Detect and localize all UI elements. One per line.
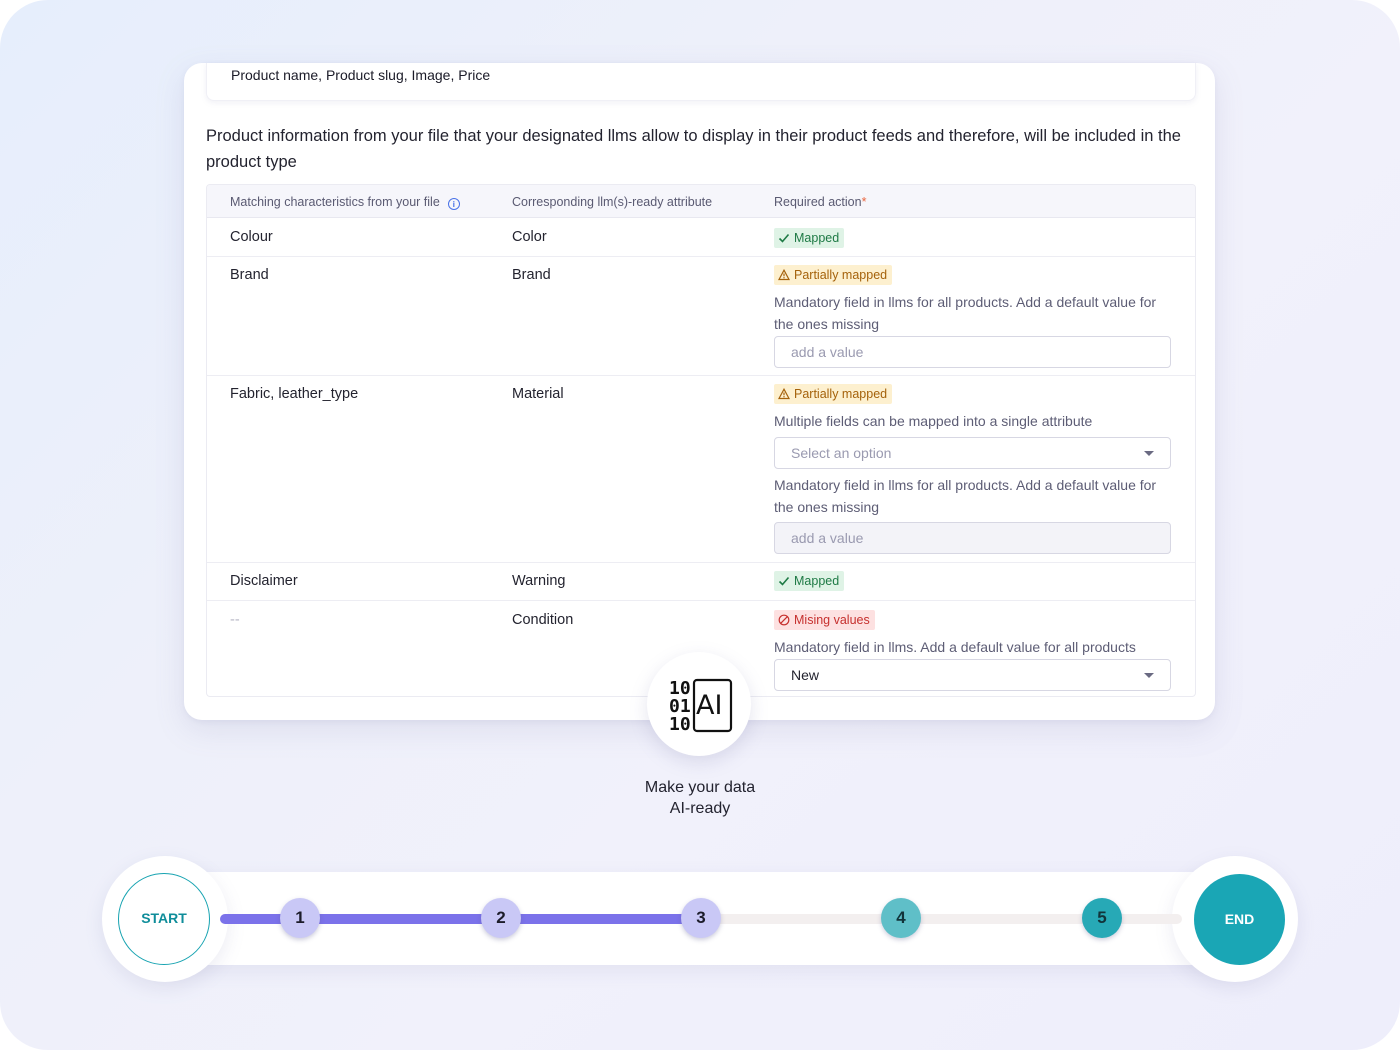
warning-icon: [777, 387, 791, 400]
ai-binary-icon: 10 01 10 AI: [669, 678, 733, 734]
progress-step-1[interactable]: 1: [280, 898, 320, 938]
condition-select[interactable]: New: [774, 659, 1171, 691]
action-note: Mandatory field in llms for all products…: [774, 294, 1157, 332]
default-value-input[interactable]: add a value: [774, 522, 1171, 554]
status-badge-mapped: Mapped: [774, 228, 845, 248]
progress-step-5[interactable]: 5: [1082, 898, 1122, 938]
info-icon[interactable]: i: [447, 198, 460, 210]
table-row: Disclaimer Warning Mapped: [207, 563, 1195, 601]
chevron-down-icon: [1144, 451, 1154, 456]
status-badge-mapped: Mapped: [774, 571, 845, 591]
ai-text: AI: [696, 690, 722, 721]
llm-attribute: Material: [512, 386, 564, 402]
file-field-empty: --: [230, 612, 240, 628]
ai-ready-caption: Make your data AI-ready: [644, 779, 756, 817]
end-button[interactable]: END: [1194, 874, 1285, 965]
previous-summary-text: Product name, Product slug, Image, Price: [231, 67, 491, 83]
ai-ready-badge: 10 01 10 AI: [647, 652, 751, 756]
header-required-action: Required action*: [774, 195, 867, 209]
status-badge-missing: Mising values: [774, 610, 875, 630]
attribute-select[interactable]: Select an option: [774, 437, 1171, 469]
action-note: Mandatory field in llms for all products…: [774, 477, 1157, 515]
check-icon: [778, 576, 790, 586]
check-icon: [778, 233, 790, 243]
chevron-down-icon: [1144, 673, 1154, 678]
header-llm-attribute: Corresponding llm(s)-ready attribute: [512, 195, 713, 209]
previous-summary-box: Product name, Product slug, Image, Price: [206, 63, 1196, 101]
mapping-table: Matching characteristics from your file i…: [206, 184, 1196, 697]
start-button[interactable]: START: [118, 873, 210, 965]
action-note: Multiple fields can be mapped into a sin…: [774, 413, 1093, 429]
warning-icon: [777, 268, 791, 281]
table-header: Matching characteristics from your file i…: [207, 185, 1195, 218]
llm-attribute: Color: [512, 229, 547, 245]
progress-step-3[interactable]: 3: [681, 898, 721, 938]
mapping-card: Product name, Product slug, Image, Price…: [184, 63, 1215, 720]
file-field: Colour: [230, 229, 273, 245]
llm-attribute: Warning: [512, 573, 566, 589]
progress-step-4[interactable]: 4: [881, 898, 921, 938]
blocked-icon: [778, 614, 790, 626]
file-field: Brand: [230, 267, 269, 283]
file-field: Fabric, leather_type: [230, 386, 359, 402]
header-file-characteristics: Matching characteristics from your file i: [230, 195, 460, 210]
section-description: Product information from your file that …: [206, 127, 1181, 171]
status-badge-partial: Partially mapped: [774, 384, 893, 404]
binary-digits-row-3: 10: [669, 714, 691, 734]
table-row: Colour Color Mapped: [207, 219, 1195, 257]
action-note: Mandatory field in llms. Add a default v…: [774, 639, 1136, 655]
status-badge-partial: Partially mapped: [774, 265, 893, 285]
table-row: Fabric, leather_type Material Partially …: [207, 376, 1195, 563]
file-field: Disclaimer: [230, 573, 298, 589]
llm-attribute: Brand: [512, 267, 551, 283]
progress-step-2[interactable]: 2: [481, 898, 521, 938]
llm-attribute: Condition: [512, 612, 574, 628]
default-value-input[interactable]: add a value: [774, 336, 1171, 368]
table-row: Brand Brand Partially mapped Mandatory f…: [207, 257, 1195, 376]
